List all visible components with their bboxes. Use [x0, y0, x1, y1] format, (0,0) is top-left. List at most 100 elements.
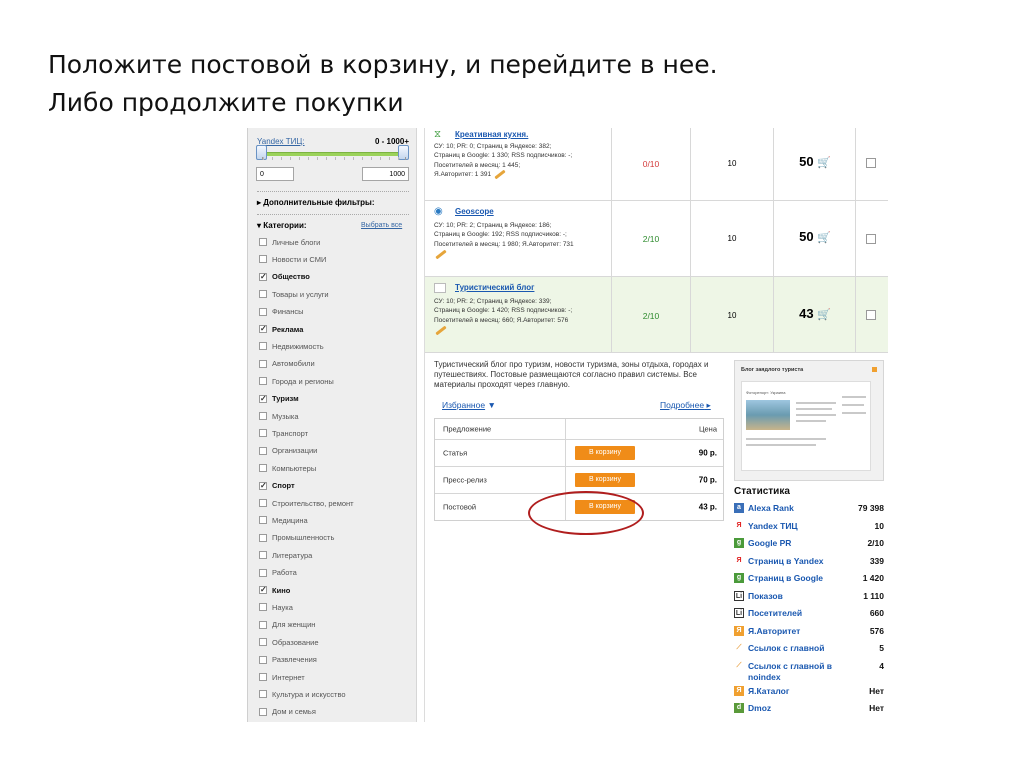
category-item[interactable]: Личные блоги [259, 236, 320, 248]
row-checkbox[interactable] [866, 310, 876, 320]
category-label: Музыка [272, 411, 299, 421]
category-item[interactable]: Образование [259, 636, 319, 648]
category-checkbox[interactable] [259, 307, 267, 316]
category-checkbox[interactable] [259, 551, 267, 560]
category-checkbox[interactable]: ✓ [259, 272, 267, 281]
stat-value: 1 420 [862, 573, 884, 583]
category-checkbox[interactable]: ✓ [259, 394, 267, 403]
category-checkbox[interactable] [259, 499, 267, 507]
cart-icon[interactable]: 🛒 [817, 309, 831, 321]
tic-slider-track[interactable] [260, 152, 408, 156]
stat-label[interactable]: ⟋ Ссылок с главной [734, 640, 825, 658]
category-checkbox[interactable] [259, 603, 267, 612]
category-label: Кино [272, 585, 291, 595]
category-item[interactable]: Товары и услуги [259, 288, 329, 300]
category-checkbox[interactable] [259, 255, 267, 264]
category-item[interactable]: ✓ Общество [259, 271, 310, 283]
tic-min-input[interactable] [256, 167, 294, 181]
category-checkbox[interactable]: ✓ [259, 481, 267, 490]
stat-label[interactable]: a Alexa Rank [734, 500, 794, 518]
category-item[interactable]: ✓ Спорт [259, 480, 295, 492]
category-item[interactable]: Организации [259, 445, 317, 457]
stat-label[interactable]: Li Посетителей [734, 605, 802, 623]
stat-row: Li Посетителей 660 [734, 605, 884, 623]
cart-icon[interactable]: 🛒 [817, 232, 831, 244]
category-item[interactable]: Компьютеры [259, 462, 316, 474]
category-checkbox[interactable] [259, 516, 267, 525]
site-stats-text: СУ: 10; PR: 2; Страниц в Яндексе: 339; Ст… [434, 297, 614, 336]
preview-text-line [746, 444, 816, 446]
stat-value: 79 398 [858, 503, 884, 513]
favorite-dropdown[interactable]: Избранное ▼ [442, 400, 496, 410]
category-item[interactable]: Недвижимость [259, 340, 324, 352]
category-item[interactable]: Транспорт [259, 427, 308, 439]
stat-label[interactable]: ⟋ Ссылок с главной в noindex [734, 658, 853, 683]
slide-title-line2: Либо продолжите покупки [48, 88, 404, 117]
category-checkbox[interactable] [259, 377, 267, 386]
column-divider [611, 128, 612, 353]
stat-label[interactable]: g Google PR [734, 535, 791, 553]
category-item[interactable]: Города и регионы [259, 375, 334, 387]
extra-filters-toggle[interactable]: ▸ Дополнительные фильтры: [257, 198, 375, 207]
site-preview-thumbnail[interactable]: Блог заядлого туриста Фоторепорт: Украин… [734, 360, 884, 481]
category-checkbox[interactable] [259, 342, 267, 351]
category-item[interactable]: Новости и СМИ [259, 253, 326, 265]
category-label: Интернет [272, 672, 305, 682]
row-checkbox[interactable] [866, 158, 876, 168]
category-item[interactable]: Медицина [259, 514, 308, 526]
categories-toggle[interactable]: ▾ Категории: [257, 221, 307, 230]
site-name-link[interactable]: Креативная кухня. [455, 130, 528, 139]
stat-label[interactable]: Я Я.Каталог [734, 683, 789, 701]
row-checkbox[interactable] [866, 234, 876, 244]
category-checkbox[interactable]: ✓ [259, 325, 267, 333]
add-to-cart-button[interactable]: В корзину [575, 473, 635, 487]
stat-label[interactable]: Я Я.Авторитет [734, 623, 800, 641]
offers-table-header: Предложение Цена [435, 419, 723, 439]
category-checkbox[interactable] [259, 359, 267, 368]
category-item[interactable]: ✓ Кино [259, 584, 290, 596]
category-checkbox[interactable] [259, 412, 267, 420]
category-checkbox[interactable] [259, 238, 267, 246]
site-name-link[interactable]: Туристический блог [455, 283, 534, 292]
category-item[interactable]: Работа [259, 567, 297, 579]
cart-icon[interactable]: 🛒 [817, 157, 831, 169]
stat-label[interactable]: g Страниц в Google [734, 570, 823, 588]
tic-max-input[interactable] [362, 167, 409, 181]
category-item[interactable]: Для женщин [259, 619, 315, 631]
category-item[interactable]: Строительство, ремонт [259, 497, 354, 509]
category-item[interactable]: Развлечения [259, 654, 317, 666]
category-checkbox[interactable] [259, 707, 267, 716]
category-item[interactable]: Дом и семья [259, 706, 316, 718]
category-checkbox[interactable] [259, 655, 267, 664]
category-item[interactable]: Промышленность [259, 532, 334, 544]
more-details-link[interactable]: Подробнее ▸ [660, 400, 711, 411]
category-checkbox[interactable] [259, 290, 267, 299]
category-checkbox[interactable] [259, 446, 267, 455]
stat-label[interactable]: Li Показов [734, 588, 783, 606]
category-item[interactable]: Финансы [259, 306, 304, 318]
category-item[interactable]: Музыка [259, 410, 299, 422]
category-checkbox[interactable] [259, 429, 267, 438]
category-checkbox[interactable] [259, 638, 267, 647]
category-item[interactable]: Наука [259, 601, 293, 613]
price-value: 50 [799, 229, 814, 244]
category-item[interactable]: Автомобили [259, 358, 315, 370]
category-checkbox[interactable]: ✓ [259, 586, 267, 594]
category-checkbox[interactable] [259, 464, 267, 473]
category-checkbox[interactable] [259, 673, 267, 681]
category-checkbox[interactable] [259, 620, 267, 629]
select-all-link[interactable]: Выбрать все [361, 222, 402, 229]
category-item[interactable]: ✓ Реклама [259, 323, 303, 335]
site-name-link[interactable]: Geoscope [455, 207, 494, 216]
stat-label[interactable]: Я Yandex ТИЦ [734, 518, 797, 536]
category-checkbox[interactable] [259, 568, 267, 577]
category-item[interactable]: Интернет [259, 671, 305, 683]
category-checkbox[interactable] [259, 533, 267, 542]
category-item[interactable]: ✓ Туризм [259, 393, 299, 405]
stat-label[interactable]: Я Страниц в Yandex [734, 553, 823, 571]
category-item[interactable]: Культура и искусство [259, 688, 346, 700]
stat-label[interactable]: d Dmoz [734, 700, 771, 718]
add-to-cart-button[interactable]: В корзину [575, 446, 635, 460]
category-item[interactable]: Литература [259, 549, 312, 561]
category-checkbox[interactable] [259, 690, 267, 699]
